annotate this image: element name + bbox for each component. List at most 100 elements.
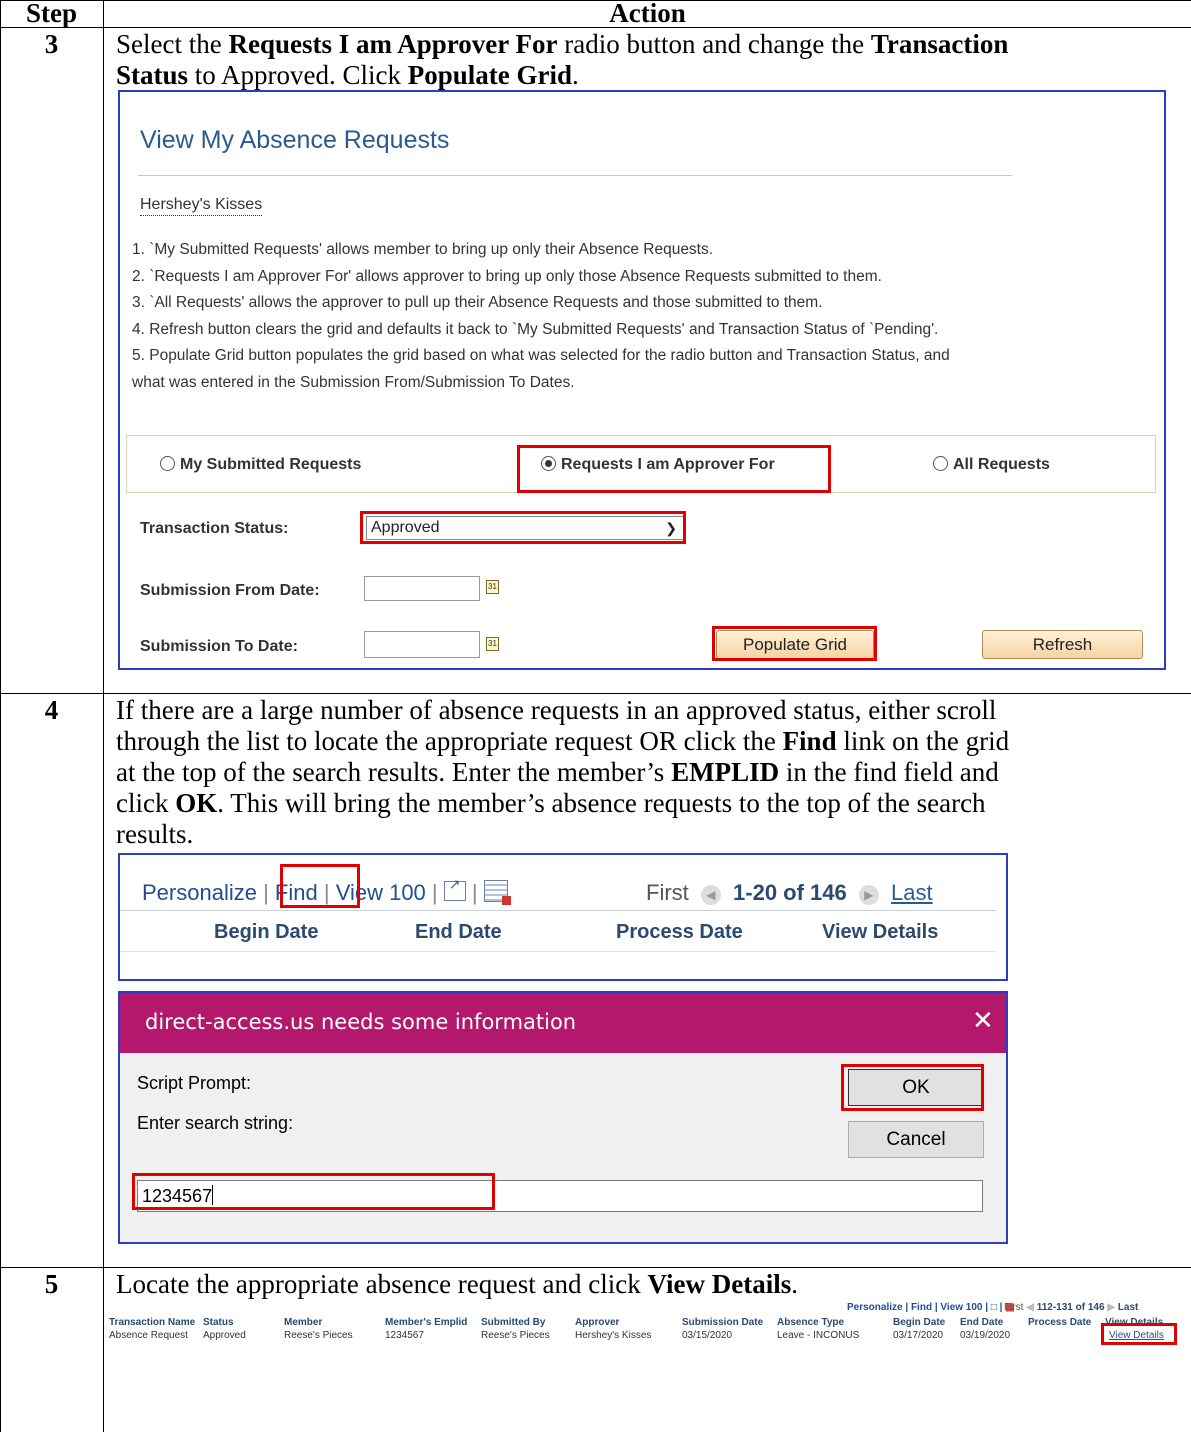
column-process-date: Process Date <box>1028 1317 1092 1328</box>
step3-text: . <box>572 60 579 90</box>
step5-text: Locate the appropriate absence request a… <box>116 1269 648 1299</box>
highlight-ok-button <box>841 1064 984 1111</box>
step4-text: click <box>116 788 176 818</box>
note-line: 4. Refresh button clears the grid and de… <box>132 320 939 338</box>
step5-instruction: Locate the appropriate absence request a… <box>116 1269 1186 1300</box>
step3-text: to Approved. Click <box>188 60 408 90</box>
radio-my-submitted[interactable]: My Submitted Requests <box>160 456 361 474</box>
results-grid-toolbar: Personalize | Find | View 100 | □ | ▦ <box>847 1302 1015 1313</box>
column-view-details: View Details <box>822 921 939 943</box>
step3-bold-status: Status <box>116 60 189 90</box>
refresh-button[interactable]: Refresh <box>982 630 1143 659</box>
transaction-status-label: Transaction Status: <box>140 520 289 537</box>
step3-bold-transaction: Transaction <box>870 29 1009 59</box>
step4-bold-emplid: EMPLID <box>671 757 780 787</box>
column-approver: Approver <box>575 1317 620 1328</box>
instructions-notes: 1. `My Submitted Requests' allows member… <box>132 237 950 396</box>
highlight-populate-grid <box>712 626 877 661</box>
page-range: 1-20 of 146 <box>733 880 847 905</box>
note-line: 3. `All Requests' allows the approver to… <box>132 294 823 311</box>
note-line: what was entered in the Submission From/… <box>132 373 575 391</box>
step-number-5: 5 <box>44 1269 59 1299</box>
next-icon[interactable]: ▶ <box>1107 1302 1115 1313</box>
cell-transaction-name: Absence Request <box>109 1330 188 1341</box>
highlight-transaction-status <box>360 511 686 544</box>
step4-text: at the top of the search results. Enter … <box>116 757 672 787</box>
zoom-icon[interactable]: □ <box>991 1302 997 1313</box>
step4-text: in the find field and <box>779 757 999 787</box>
column-begin-date: Begin Date <box>893 1317 946 1328</box>
column-member-emplid: Member's Emplid <box>385 1317 468 1328</box>
calendar-icon[interactable]: 31 <box>486 637 499 651</box>
step-number-3: 3 <box>44 29 59 59</box>
step3-bold-populate: Populate Grid <box>407 60 573 90</box>
personalize-link[interactable]: Personalize <box>142 880 257 905</box>
radio-unselected-icon[interactable] <box>933 456 948 471</box>
cell-end-date: 03/19/2020 <box>960 1330 1011 1341</box>
column-absence-type: Absence Type <box>777 1317 845 1328</box>
last-link[interactable]: Last <box>891 880 933 905</box>
step4-line: through the list to locate the appropria… <box>116 726 1188 757</box>
enter-search-label: Enter search string: <box>137 1113 294 1133</box>
to-date-label: Submission To Date: <box>140 638 298 655</box>
absence-requests-screenshot: View My Absence Requests Hershey's Kisse… <box>118 90 1166 670</box>
script-prompt-label: Script Prompt: <box>137 1073 252 1093</box>
step4-instruction: If there are a large number of absence r… <box>116 695 1188 850</box>
results-grid-screenshot: Personalize | Find | View 100 | □ | ▦ Fi… <box>104 1302 1191 1358</box>
cell-absence-type: Leave - INCONUS <box>777 1330 860 1341</box>
separator: | <box>431 880 438 905</box>
step5-text: . <box>791 1269 798 1299</box>
step5-bold-view-details: View Details <box>647 1269 792 1299</box>
close-icon[interactable]: ✕ <box>972 1005 994 1036</box>
action-column-header: Action <box>609 0 686 28</box>
from-date-input[interactable] <box>364 576 480 601</box>
step4-text: link on the grid <box>836 726 1010 756</box>
step3-instruction: Select the Requests I am Approver For ra… <box>116 29 1186 91</box>
zoom-icon[interactable]: ↗ <box>443 876 466 901</box>
step-column-header: Step <box>25 0 77 28</box>
highlight-find-link <box>280 864 360 908</box>
column-end-date: End Date <box>960 1317 1004 1328</box>
column-end-date: End Date <box>415 921 502 943</box>
find-link[interactable]: Find <box>911 1302 932 1313</box>
cell-status: Approved <box>203 1330 246 1341</box>
step4-line: results. <box>116 819 194 849</box>
last-link[interactable]: Last <box>1118 1302 1139 1313</box>
user-name-link[interactable]: Hershey's Kisses <box>140 195 263 216</box>
step4-line: If there are a large number of absence r… <box>116 695 997 725</box>
grid-divider <box>120 910 996 911</box>
radio-label: My Submitted Requests <box>180 456 362 473</box>
column-begin-date: Begin Date <box>214 921 319 943</box>
previous-icon[interactable]: ◀ <box>700 885 721 905</box>
cell-member: Reese's Pieces <box>284 1330 353 1341</box>
previous-icon[interactable]: ◀ <box>1026 1302 1034 1313</box>
table-row: Absence Request Approved Reese's Pieces … <box>104 1330 1191 1343</box>
step4-line: at the top of the search results. Enter … <box>116 757 1188 788</box>
personalize-link[interactable]: Personalize <box>847 1302 903 1313</box>
cancel-button[interactable]: Cancel <box>848 1121 984 1158</box>
calendar-icon[interactable]: 31 <box>486 580 499 594</box>
results-grid-pagination: First ◀ 112-131 of 146 ▶ Last <box>1004 1302 1138 1313</box>
to-date-input[interactable] <box>364 631 480 658</box>
first-label: First <box>1004 1302 1024 1313</box>
from-date-label: Submission From Date: <box>140 582 320 599</box>
view-100-link[interactable]: View 100 <box>940 1302 982 1313</box>
grid-pagination: First ◀ 1-20 of 146 ▶ Last <box>646 880 933 906</box>
radio-unselected-icon[interactable] <box>160 456 175 471</box>
next-icon[interactable]: ▶ <box>858 885 879 905</box>
results-header-row: Transaction Name Status Member Member's … <box>104 1316 1191 1329</box>
radio-label: All Requests <box>953 456 1050 473</box>
grid-row-line <box>120 951 996 952</box>
page-range: 112-131 of 146 <box>1036 1302 1105 1313</box>
step4-line: click OK. This will bring the member’s a… <box>116 788 1188 819</box>
cell-submitted-by: Reese's Pieces <box>481 1330 550 1341</box>
step4-text: . This will bring the member’s absence r… <box>217 788 986 818</box>
note-line: 2. `Requests I am Approver For' allows a… <box>132 267 882 285</box>
dialog-title: direct-access.us needs some information <box>145 1010 577 1034</box>
download-spreadsheet-icon[interactable] <box>483 880 511 905</box>
note-line: 1. `My Submitted Requests' allows member… <box>132 241 714 258</box>
radio-all-requests[interactable]: All Requests <box>933 456 1050 474</box>
highlight-search-input <box>132 1173 495 1210</box>
step3-text: radio button and change the <box>557 29 871 59</box>
separator: | <box>471 880 478 905</box>
